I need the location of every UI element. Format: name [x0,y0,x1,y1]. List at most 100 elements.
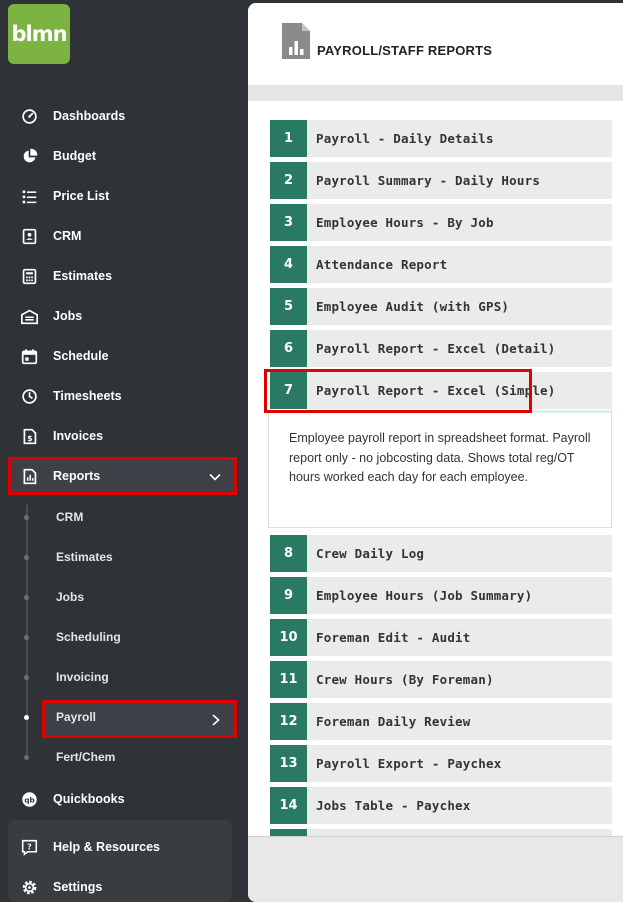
page-title: PAYROLL/STAFF REPORTS [317,43,493,58]
report-name: Crew Daily Log [316,546,425,561]
report-number: 4 [270,246,307,283]
sidebar-item-price-list[interactable]: Price List [0,181,248,211]
report-description: Employee payroll report in spreadsheet f… [268,410,612,528]
report-number: 12 [270,703,307,740]
logo-text: blmn [11,22,67,46]
report-number: 9 [270,577,307,614]
report-item-4[interactable]: 4 Attendance Report [270,246,612,283]
sidebar-item-timesheets[interactable]: Timesheets [0,381,248,411]
list-icon [20,187,38,205]
quickbooks-icon: qb [20,790,38,808]
sidebar-item-label: Quickbooks [53,792,125,806]
sidebar-item-help[interactable]: ? Help & Resources [0,832,248,862]
sidebar-item-invoices[interactable]: $ Invoices [0,421,248,451]
report-item-11[interactable]: 11 Crew Hours (By Foreman) [270,661,612,698]
report-item-2[interactable]: 2 Payroll Summary - Daily Hours [270,162,612,199]
report-number: 1 [270,120,307,157]
report-number: 6 [270,330,307,367]
report-number: 3 [270,204,307,241]
report-name: Foreman Daily Review [316,714,471,729]
report-item-9[interactable]: 9 Employee Hours (Job Summary) [270,577,612,614]
report-number: 13 [270,745,307,782]
calculator-icon [20,267,38,285]
sidebar-subitem-label: Fert/Chem [56,750,116,764]
report-item-13[interactable]: 13 Payroll Export - Paychex [270,745,612,782]
report-number: 10 [270,619,307,656]
sidebar-item-label: CRM [53,229,82,243]
sidebar-subitem-label: CRM [56,510,84,524]
report-description-text: Employee payroll report in spreadsheet f… [289,431,591,484]
report-name: Employee Hours - By Job [316,215,494,230]
calendar-icon [20,347,38,365]
sidebar-item-quickbooks[interactable]: qb Quickbooks [0,784,248,814]
bullet [24,514,29,520]
report-item-14[interactable]: 14 Jobs Table - Paychex [270,787,612,824]
report-name: Jobs Table - Paychex [316,798,471,813]
report-name: Employee Hours (Job Summary) [316,588,533,603]
report-item-1[interactable]: 1 Payroll - Daily Details [270,120,612,157]
sidebar-subitem-fert-chem[interactable]: Fert/Chem [0,744,248,770]
sidebar-subitem-payroll[interactable]: Payroll [0,704,248,730]
sidebar-subitem-scheduling[interactable]: Scheduling [0,624,248,650]
sidebar-item-jobs[interactable]: Jobs [0,301,248,331]
sidebar-item-label: Price List [53,189,110,203]
report-number: 14 [270,787,307,824]
page-footer [248,836,623,902]
sidebar-item-schedule[interactable]: Schedule [0,341,248,371]
report-item-12[interactable]: 12 Foreman Daily Review [270,703,612,740]
report-number: 2 [270,162,307,199]
sidebar-item-crm[interactable]: CRM [0,221,248,251]
sidebar-subitem-crm[interactable]: CRM [0,504,248,530]
bullet [24,554,29,560]
report-item-10[interactable]: 10 Foreman Edit - Audit [270,619,612,656]
report-name: Payroll Export - Paychex [316,756,502,771]
report-name: Payroll - Daily Details [316,131,494,146]
report-document-icon [282,23,310,59]
bullet [24,674,29,680]
bullet [24,754,29,760]
report-name: Payroll Summary - Daily Hours [316,173,541,188]
sidebar-subitem-label: Invoicing [56,670,109,684]
invoice-icon: $ [20,427,38,445]
pie-chart-icon [20,147,38,165]
sidebar-item-estimates[interactable]: Estimates [0,261,248,291]
clock-icon [20,387,38,405]
report-number: 8 [270,535,307,572]
blmn-logo[interactable]: blmn [8,4,70,64]
sidebar-item-reports[interactable]: Reports [0,461,248,491]
sidebar-item-label: Invoices [53,429,104,443]
report-number: 5 [270,288,307,325]
sidebar-subitem-label: Estimates [56,550,113,564]
sidebar: blmn Dashboards Budget Price List CRM Es… [0,0,248,902]
report-item-3[interactable]: 3 Employee Hours - By Job [270,204,612,241]
svg-text:?: ? [27,842,31,851]
sidebar-item-dashboards[interactable]: Dashboards [0,101,248,131]
sidebar-item-label: Help & Resources [53,840,160,854]
sidebar-subitem-jobs[interactable]: Jobs [0,584,248,610]
dashboard-icon [20,107,38,125]
sidebar-item-label: Jobs [53,309,83,323]
report-list: 1 Payroll - Daily Details 2 Payroll Summ… [248,101,623,866]
report-item-5[interactable]: 5 Employee Audit (with GPS) [270,288,612,325]
bullet [24,594,29,600]
sidebar-subitem-label: Payroll [56,710,97,724]
report-number: 11 [270,661,307,698]
report-name: Foreman Edit - Audit [316,630,471,645]
sidebar-subitem-invoicing[interactable]: Invoicing [0,664,248,690]
selected-report-highlight [264,369,532,413]
report-name: Crew Hours (By Foreman) [316,672,494,687]
bullet-active [24,714,29,720]
svg-text:qb: qb [24,795,34,804]
report-name: Attendance Report [316,257,448,272]
svg-text:$: $ [27,433,32,442]
sidebar-item-budget[interactable]: Budget [0,141,248,171]
sidebar-subitem-label: Scheduling [56,630,121,644]
sidebar-item-settings[interactable]: Settings [0,872,248,902]
sidebar-item-label: Budget [53,149,97,163]
sidebar-subitem-label: Jobs [56,590,85,604]
report-item-8[interactable]: 8 Crew Daily Log [270,535,612,572]
sidebar-subitem-estimates[interactable]: Estimates [0,544,248,570]
sidebar-item-label: Estimates [53,269,113,283]
report-name: Employee Audit (with GPS) [316,299,510,314]
report-item-6[interactable]: 6 Payroll Report - Excel (Detail) [270,330,612,367]
